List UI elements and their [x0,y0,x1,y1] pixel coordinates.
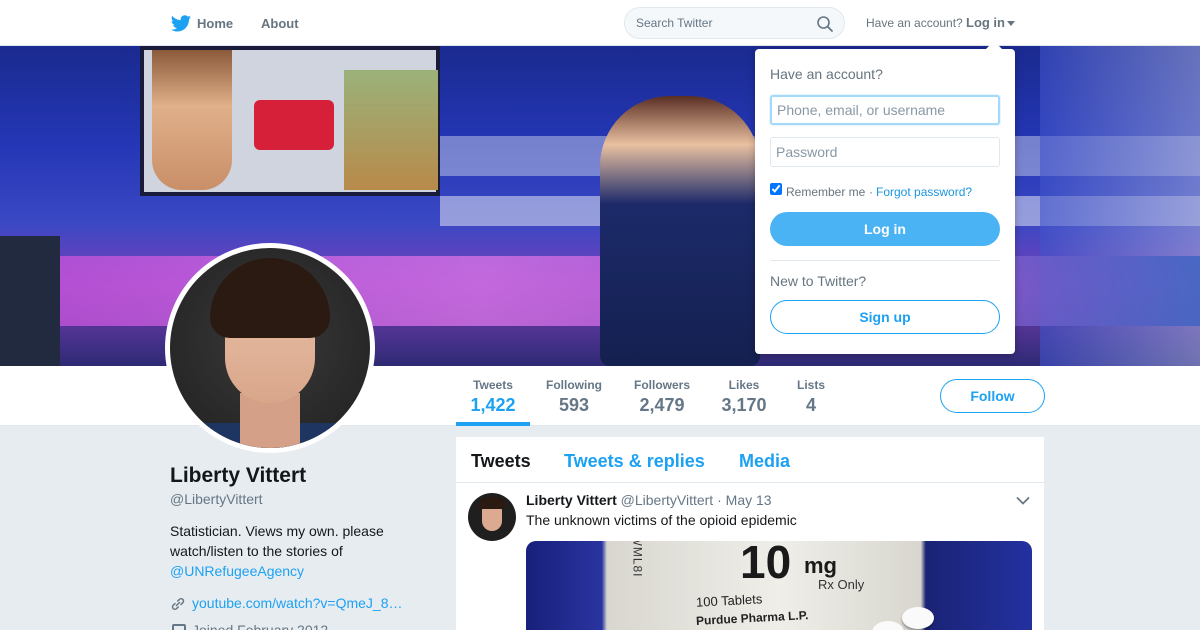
separator-dot: · [869,185,873,199]
top-nav: Home About Have an account? Log in [0,0,1200,46]
stat-value: 3,170 [721,395,767,415]
bio-text: Statistician. Views my own. please watch… [170,523,384,559]
profile-bio: Statistician. Views my own. please watch… [170,521,420,581]
tweet-header: Liberty Vittert @LibertyVittert · May 13 [526,492,772,508]
tab-tweets[interactable]: Tweets [471,451,531,472]
banner-guest [0,236,60,366]
media-label-text: WML8I [630,541,645,578]
login-link[interactable]: Log in [966,15,1005,30]
stat-followers[interactable]: Followers 2,479 [630,378,694,416]
timeline-tabs: Tweets Tweets & replies Media [456,437,1044,483]
media-label-text: Rx Only [818,577,865,592]
have-account-text: Have an account? [866,16,963,30]
banner-studio-screen [140,46,440,196]
password-field[interactable] [770,137,1000,167]
tweet[interactable]: Liberty Vittert @LibertyVittert · May 13… [456,483,1044,630]
media-label-text: mg [804,553,837,578]
username-field[interactable] [770,95,1000,125]
nav-home-link[interactable]: Home [197,16,233,31]
active-tab-underline [456,422,530,426]
tweet-media-image[interactable]: WML8I 10 mg Rx Only 100 Tablets Purdue P… [526,541,1032,630]
media-label-text: Purdue Pharma L.P. [695,608,809,628]
stat-following[interactable]: Following 593 [541,378,607,416]
tab-media[interactable]: Media [739,451,790,472]
pill-shape [902,607,934,629]
stat-lists[interactable]: Lists 4 [792,378,830,416]
profile-website-link[interactable]: youtube.com/watch?v=QmeJ_8… [192,595,403,611]
calendar-icon [172,624,186,630]
profile-avatar[interactable] [165,243,375,453]
forgot-password-link[interactable]: Forgot password? [876,185,972,199]
joined-date: Joined February 2012 [192,622,329,630]
stat-label: Lists [796,378,825,392]
tab-tweets-replies[interactable]: Tweets & replies [564,451,705,472]
tweet-avatar[interactable] [468,493,516,541]
divider [770,260,1000,261]
media-label-text: 10 [740,541,792,588]
tweet-author-handle[interactable]: @LibertyVittert [621,492,714,508]
timeline: Tweets Tweets & replies Media Liberty Vi… [456,437,1044,630]
search-input[interactable] [636,16,816,30]
login-button[interactable]: Log in [770,212,1000,246]
tweet-author-name[interactable]: Liberty Vittert [526,492,617,508]
nav-about-link[interactable]: About [261,16,299,31]
stat-label: Following [546,378,602,392]
stat-label: Tweets [473,378,513,392]
media-label-text: 100 Tablets [695,591,763,610]
chevron-down-icon[interactable] [1016,496,1030,506]
caret-down-icon[interactable] [1007,21,1015,26]
new-to-twitter-text: New to Twitter? [770,273,867,289]
tweet-separator: · [717,492,722,508]
stat-value: 1,422 [470,395,516,415]
stat-value: 593 [558,395,590,415]
banner-presenter [600,96,760,366]
search-box[interactable] [624,7,845,39]
profile-name[interactable]: Liberty Vittert [170,464,306,488]
link-icon [171,598,185,610]
remember-me-checkbox[interactable] [770,183,782,195]
signup-button[interactable]: Sign up [770,300,1000,334]
stat-tweets[interactable]: Tweets 1,422 [456,378,530,416]
stat-label: Likes [728,378,760,392]
follow-button[interactable]: Follow [940,379,1045,413]
stat-label: Followers [633,378,690,392]
login-dropdown: Have an account? Remember me · Forgot pa… [755,41,1015,354]
profile-handle[interactable]: @LibertyVittert [170,491,263,507]
pill-shape [872,621,904,630]
stat-value: 2,479 [639,395,685,415]
bio-mention-link[interactable]: @UNRefugeeAgency [170,563,304,579]
login-dropdown-title: Have an account? [770,66,883,82]
remember-me-label[interactable]: Remember me [786,185,865,199]
stat-likes[interactable]: Likes 3,170 [716,378,772,416]
search-icon[interactable] [816,15,834,33]
twitter-bird-icon[interactable] [170,13,192,35]
stat-value: 4 [805,395,816,415]
tweet-text: The unknown victims of the opioid epidem… [526,512,797,528]
dropdown-caret [986,41,1002,49]
tweet-timestamp[interactable]: May 13 [726,492,772,508]
